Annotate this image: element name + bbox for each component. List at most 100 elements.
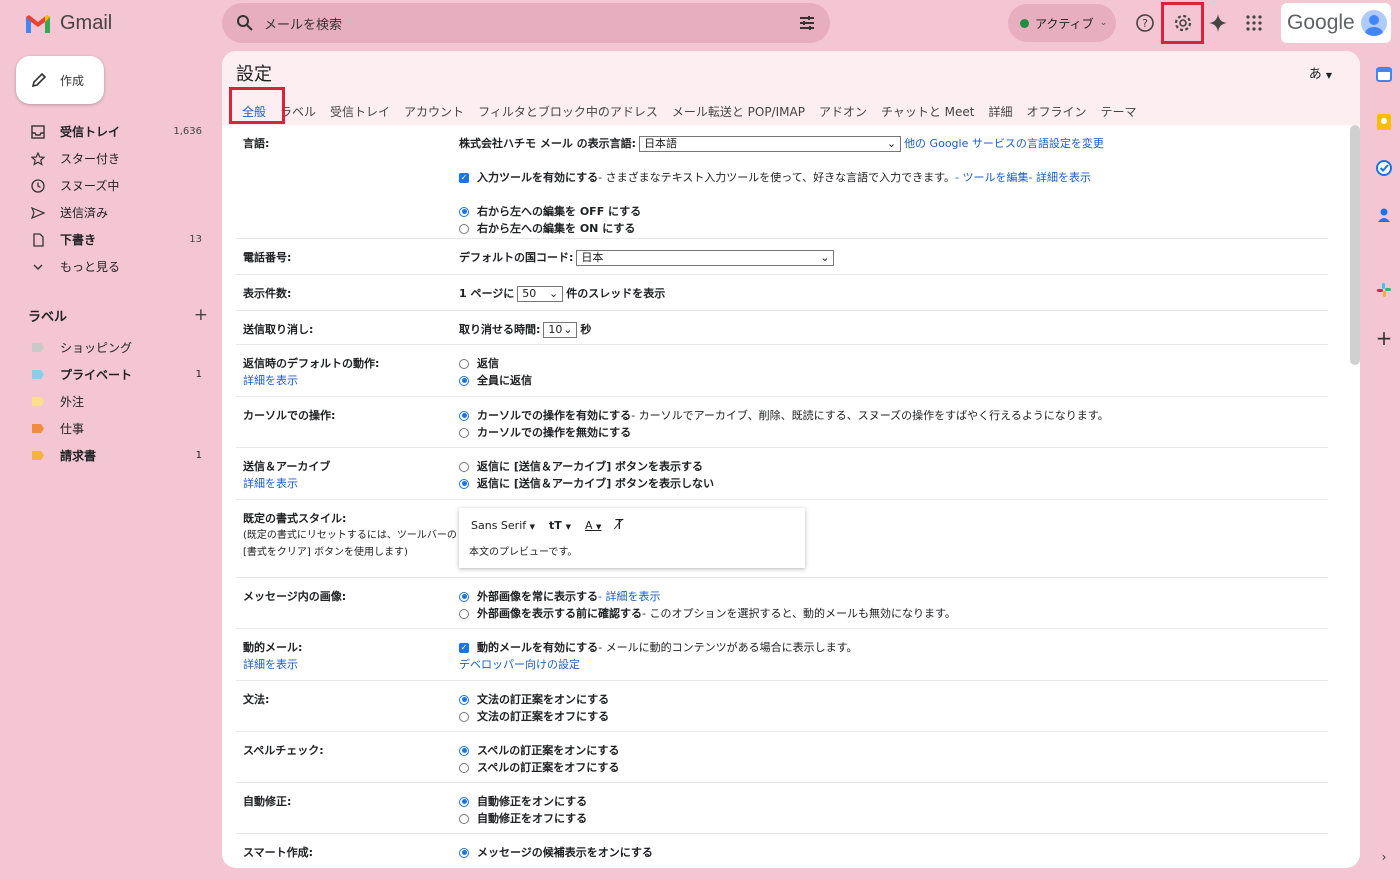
images-learn-more-link[interactable]: - 詳細を表示 (598, 588, 660, 605)
tab-inbox[interactable]: 受信トレイ (323, 103, 397, 120)
sidebar-item-more[interactable]: もっと見る (0, 253, 214, 280)
calendar-icon[interactable] (1376, 66, 1392, 82)
caret-down-icon: ▼ (1325, 71, 1332, 80)
label-item-shopping[interactable]: ショッピング (0, 334, 214, 361)
setting-value: 文法の訂正案をオンにする 文法の訂正案をオフにする (459, 691, 609, 725)
autocorrect-off-radio[interactable] (459, 813, 469, 824)
sidebar-item-snoozed[interactable]: スヌーズ中 (0, 172, 214, 199)
label-item-invoices[interactable]: 請求書 1 (0, 442, 214, 469)
country-code-select[interactable]: 日本 ⌄ (576, 249, 835, 266)
edit-tools-link[interactable]: - ツールを編集 (955, 169, 1028, 186)
rtl-off-radio[interactable] (459, 206, 469, 217)
tasks-icon[interactable] (1376, 160, 1392, 176)
sidebar-item-sent[interactable]: 送信済み (0, 199, 214, 226)
display-language-select[interactable]: 日本語 ⌄ (639, 135, 902, 152)
tab-accounts[interactable]: アカウント (397, 103, 471, 120)
undo-period-select[interactable]: 10 ⌄ (543, 321, 578, 338)
tab-advanced[interactable]: 詳細 (982, 103, 1020, 120)
hover-enable-desc: - カーソルでアーカイブ、削除、既読にする、スヌーズの操作をすばやく行えるように… (631, 409, 1109, 422)
images-always-label: 外部画像を常に表示する (477, 590, 598, 603)
images-ask-radio[interactable] (459, 608, 469, 619)
images-always-radio[interactable] (459, 591, 469, 602)
font-select[interactable]: Sans Serif ▼ (471, 519, 535, 532)
setting-default-reply: 返信時のデフォルトの動作: 詳細を表示 返信 全員に返信 (236, 345, 1328, 397)
search-input[interactable]: メールを検索 (264, 14, 788, 33)
label-count: 1 (195, 369, 202, 380)
sidebar-item-drafts[interactable]: 下書き 13 (0, 226, 214, 253)
developer-settings-link[interactable]: デベロッパー向けの設定 (459, 656, 580, 673)
reply-learn-more-link[interactable]: 詳細を表示 (243, 374, 298, 387)
tab-forwarding[interactable]: メール転送と POP/IMAP (665, 103, 812, 120)
label-name: ショッピング (60, 341, 133, 355)
page-size-select[interactable]: 50 ⌄ (517, 285, 564, 302)
input-tools-checkbox[interactable]: ✓ (459, 172, 469, 183)
rtl-off-label: 右から左への編集を OFF にする (477, 205, 642, 218)
pencil-icon (31, 72, 47, 88)
chevron-right-icon[interactable]: › (1376, 849, 1392, 865)
hover-enable-radio[interactable] (459, 410, 469, 421)
contacts-icon[interactable] (1376, 207, 1392, 223)
label-tag-icon (32, 397, 44, 406)
reply-all-radio[interactable] (459, 375, 469, 386)
dynamic-learn-more-link[interactable]: 詳細を表示 (243, 658, 298, 671)
spelling-off-radio[interactable] (459, 762, 469, 773)
tab-themes[interactable]: テーマ (1094, 103, 1144, 120)
text-style-note-1: (既定の書式にリセットするには、ツールバーの (243, 530, 457, 541)
slack-icon[interactable] (1376, 282, 1392, 298)
send-archive-show-radio[interactable] (459, 461, 469, 472)
text-size-icon[interactable]: tT ▼ (549, 519, 571, 532)
rtl-on-radio[interactable] (459, 223, 469, 234)
add-label-icon[interactable]: + (194, 305, 208, 325)
display-language-value: 日本語 (644, 137, 678, 150)
label-item-work[interactable]: 仕事 (0, 415, 214, 442)
learn-more-link[interactable]: - 詳細を表示 (1029, 169, 1091, 186)
gemini-icon[interactable] (1205, 10, 1231, 36)
hover-disable-radio[interactable] (459, 427, 469, 438)
clear-format-icon[interactable]: T̸ (615, 518, 623, 533)
sidebar-item-starred[interactable]: スター付き (0, 145, 214, 172)
tab-offline[interactable]: オフライン (1020, 103, 1094, 120)
autocorrect-on-radio[interactable] (459, 796, 469, 807)
chevron-down-icon: ⌄ (886, 137, 897, 150)
setting-phone: 電話番号: デフォルトの国コード: 日本 ⌄ (236, 239, 1328, 275)
undo-prefix: 取り消せる時間: (459, 323, 541, 336)
text-color-icon[interactable]: A ▼ (585, 519, 601, 532)
tab-addons[interactable]: アドオン (812, 103, 874, 120)
dynamic-email-checkbox[interactable]: ✓ (459, 642, 469, 653)
other-services-language-link[interactable]: 他の Google サービスの言語設定を変更 (904, 135, 1104, 152)
keep-icon[interactable] (1376, 114, 1392, 130)
grammar-on-radio[interactable] (459, 694, 469, 705)
search-bar[interactable]: メールを検索 (222, 3, 830, 43)
input-language-toggle[interactable]: あ ▼ (1309, 63, 1332, 82)
smart-compose-on-radio[interactable] (459, 847, 469, 858)
dynamic-email-label: 動的メールを有効にする (477, 641, 599, 654)
status-dropdown[interactable]: アクティブ ⌄ (1008, 4, 1116, 42)
reply-radio[interactable] (459, 358, 469, 369)
help-icon[interactable]: ? (1132, 10, 1158, 36)
tab-filters[interactable]: フィルタとブロック中のアドレス (471, 103, 665, 120)
draft-count: 13 (189, 234, 202, 245)
scrollbar[interactable] (1350, 125, 1360, 365)
star-icon (30, 151, 46, 167)
caret-down-icon: ▼ (529, 523, 536, 531)
gmail-logo[interactable]: Gmail (24, 12, 112, 35)
tab-highlight (229, 87, 285, 124)
setting-spelling: スペルチェック: スペルの訂正案をオンにする スペルの訂正案をオフにする (236, 732, 1328, 783)
tab-chat-meet[interactable]: チャットと Meet (874, 103, 982, 120)
sidebar-item-label: スター付き (60, 152, 121, 166)
sidebar-item-inbox[interactable]: 受信トレイ 1,636 (0, 118, 214, 145)
apps-grid-icon[interactable] (1241, 10, 1267, 36)
spelling-on-radio[interactable] (459, 745, 469, 756)
send-archive-hide-radio[interactable] (459, 478, 469, 489)
search-icon[interactable] (236, 14, 254, 32)
grammar-off-radio[interactable] (459, 711, 469, 722)
add-addon-icon[interactable]: + (1376, 326, 1393, 350)
setting-value: デフォルトの国コード: 日本 ⌄ (459, 249, 837, 266)
country-code-value: 日本 (581, 251, 604, 264)
compose-button[interactable]: 作成 (16, 56, 104, 104)
send-archive-learn-more-link[interactable]: 詳細を表示 (243, 477, 298, 490)
search-options-icon[interactable] (798, 14, 816, 32)
label-item-outsourcing[interactable]: 外注 (0, 388, 214, 415)
setting-send-archive: 送信＆アーカイブ 詳細を表示 返信に [送信＆アーカイブ] ボタンを表示する 返信… (236, 448, 1328, 500)
label-item-private[interactable]: プライベート 1 (0, 361, 214, 388)
